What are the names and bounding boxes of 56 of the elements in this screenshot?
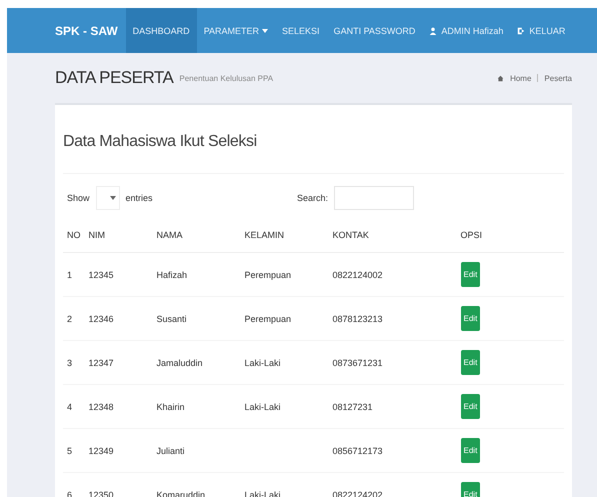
breadcrumb-link[interactable]: Peserta bbox=[544, 74, 572, 82]
logout-icon bbox=[517, 26, 526, 34]
search-field[interactable] bbox=[334, 186, 414, 210]
search-label: Search: bbox=[296, 193, 328, 203]
table-cell: Jamaluddin bbox=[156, 358, 203, 368]
page-title: DATA PESERTA bbox=[55, 68, 174, 88]
edit-button[interactable]: Edit bbox=[460, 394, 480, 419]
nav-link[interactable]: PARAMETER bbox=[196, 8, 276, 53]
column-header: OPSI bbox=[456, 222, 564, 252]
edit-button[interactable]: Edit bbox=[460, 482, 480, 497]
entries-select[interactable] bbox=[96, 186, 120, 210]
page-subtitle: Penentuan Kelulusan PPA bbox=[179, 74, 274, 82]
brand-logo[interactable]: SPK - SAW bbox=[55, 24, 118, 38]
show-label: Show bbox=[67, 193, 90, 203]
user-link[interactable]: ADMIN Hafizah bbox=[422, 8, 510, 53]
edit-button[interactable]: Edit bbox=[460, 262, 480, 287]
table-cell: 0873671231 bbox=[332, 358, 383, 368]
table-cell: 2 bbox=[67, 314, 72, 324]
table-cell: Laki-Laki bbox=[244, 358, 281, 368]
table-cell: 12348 bbox=[88, 402, 114, 412]
table-cell: 12349 bbox=[88, 446, 114, 456]
column-header: KONTAK bbox=[328, 222, 456, 252]
table-cell: 5 bbox=[67, 446, 72, 456]
edit-button[interactable]: Edit bbox=[460, 306, 480, 331]
table-cell: 0822124002 bbox=[332, 270, 383, 280]
table-cell: Hafizah bbox=[156, 270, 188, 280]
column-header: NAMA bbox=[152, 222, 240, 252]
breadcrumb-link[interactable]: Home bbox=[510, 74, 532, 82]
card-title: Data Mahasiswa Ikut Seleksi bbox=[63, 133, 564, 174]
nav-link[interactable]: GANTI PASSWORD bbox=[326, 8, 422, 53]
user-icon bbox=[429, 26, 438, 34]
table-cell: 0856712173 bbox=[332, 446, 383, 456]
table-cell: Perempuan bbox=[244, 270, 292, 280]
table-cell: 0878123213 bbox=[332, 314, 383, 324]
table-cell: Perempuan bbox=[244, 314, 292, 324]
column-header: KELAMIN bbox=[240, 222, 328, 252]
nav-link[interactable]: DASHBOARD bbox=[126, 8, 197, 53]
table-cell: Khairin bbox=[156, 402, 185, 412]
edit-button[interactable]: Edit bbox=[460, 438, 480, 463]
table-cell: Julianti bbox=[156, 446, 185, 456]
table-cell: 1 bbox=[67, 270, 72, 280]
edit-button[interactable]: Edit bbox=[460, 350, 480, 375]
table-cell: 4 bbox=[67, 402, 72, 412]
column-header: NO bbox=[63, 222, 84, 252]
entries-label: entries bbox=[126, 193, 153, 203]
table-cell: 12346 bbox=[88, 314, 114, 324]
column-header: NIM bbox=[84, 222, 152, 252]
home-icon bbox=[497, 74, 504, 82]
table-cell: 3 bbox=[67, 358, 72, 368]
nav-link[interactable]: SELEKSI bbox=[275, 8, 327, 53]
table-cell: 12347 bbox=[88, 358, 114, 368]
logout-link[interactable]: KELUAR bbox=[510, 8, 572, 53]
table-cell: 08127231 bbox=[332, 402, 373, 412]
table-cell: Susanti bbox=[156, 314, 187, 324]
table-cell: Laki-Laki bbox=[244, 402, 281, 412]
table-cell: 12345 bbox=[88, 270, 114, 280]
